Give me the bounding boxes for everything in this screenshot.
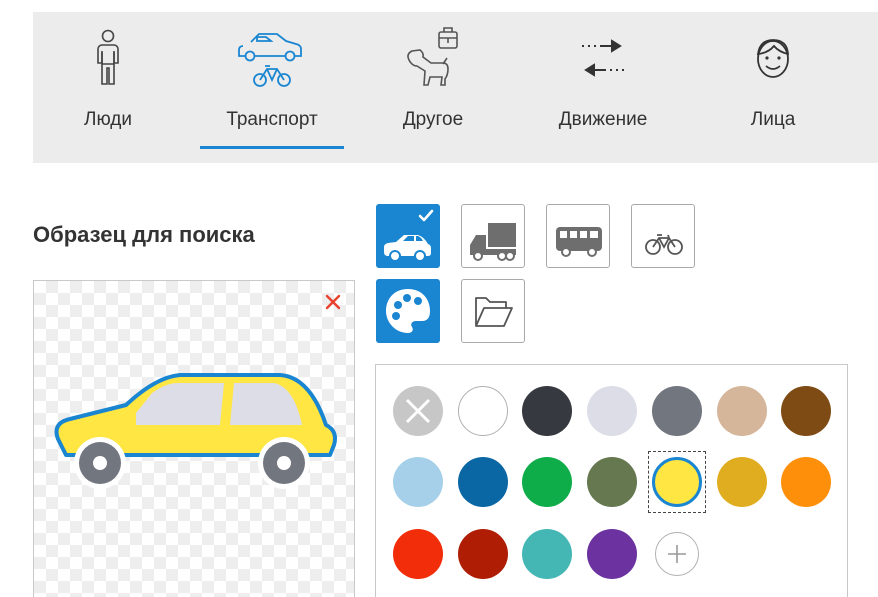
color-swatch-white[interactable] <box>458 386 508 436</box>
vehicle-type-truck-button[interactable] <box>461 204 525 268</box>
tab-motion[interactable]: Движение <box>538 12 668 163</box>
sample-image-area[interactable] <box>33 280 355 597</box>
color-swatch-gray[interactable] <box>652 386 702 436</box>
bus-icon <box>556 227 602 257</box>
close-icon[interactable] <box>324 293 342 311</box>
no-color-icon <box>405 398 431 424</box>
palette-icon <box>386 289 430 333</box>
color-swatch-none[interactable] <box>393 386 443 436</box>
tab-label: Движение <box>558 109 648 130</box>
color-palette-button[interactable] <box>376 279 440 343</box>
tab-other[interactable]: Другое <box>383 12 483 163</box>
tab-faces[interactable]: Лица <box>728 12 818 163</box>
tab-label: Другое <box>402 109 464 130</box>
car-bike-icon <box>238 33 302 87</box>
bicycle-icon <box>645 234 683 255</box>
tab-label: Лица <box>750 109 796 130</box>
color-swatch-gold[interactable] <box>717 457 767 507</box>
motion-arrows-icon <box>582 39 624 77</box>
open-file-button[interactable] <box>461 279 525 343</box>
color-swatch-teal[interactable] <box>522 529 572 579</box>
vehicle-type-bicycle-button[interactable] <box>631 204 695 268</box>
color-swatch-orange[interactable] <box>781 457 831 507</box>
color-swatch-brown[interactable] <box>781 386 831 436</box>
color-swatch-red[interactable] <box>393 529 443 579</box>
truck-icon <box>470 223 516 261</box>
color-swatch-black[interactable] <box>522 386 572 436</box>
tab-label: Транспорт <box>226 109 318 130</box>
add-color-button[interactable] <box>655 532 699 576</box>
color-swatch-blue[interactable] <box>458 457 508 507</box>
color-swatch-light-blue[interactable] <box>393 457 443 507</box>
color-palette <box>375 364 848 597</box>
color-swatch-green[interactable] <box>522 457 572 507</box>
color-swatch-olive[interactable] <box>587 457 637 507</box>
color-swatch-yellow[interactable] <box>652 457 702 507</box>
sample-title: Образец для поиска <box>33 222 255 247</box>
tab-people[interactable]: Люди <box>63 12 153 163</box>
color-swatch-dark-red[interactable] <box>458 529 508 579</box>
color-swatch-beige[interactable] <box>717 386 767 436</box>
tab-transport[interactable]: Транспорт <box>200 12 344 163</box>
sample-car-image <box>54 373 337 489</box>
folder-icon <box>475 297 513 327</box>
car-icon <box>384 209 434 262</box>
color-swatch-light-gray[interactable] <box>587 386 637 436</box>
vehicle-type-car-button[interactable] <box>376 204 440 268</box>
active-tab-indicator <box>200 146 344 149</box>
vehicle-type-bus-button[interactable] <box>546 204 610 268</box>
person-icon <box>97 29 119 85</box>
plus-icon <box>668 545 686 563</box>
dog-luggage-icon <box>407 27 458 86</box>
color-swatch-purple[interactable] <box>587 529 637 579</box>
face-icon <box>756 39 789 78</box>
object-type-tabs: Люди Транспорт Другое Движение Лица <box>33 12 878 163</box>
tab-label: Люди <box>83 109 132 130</box>
